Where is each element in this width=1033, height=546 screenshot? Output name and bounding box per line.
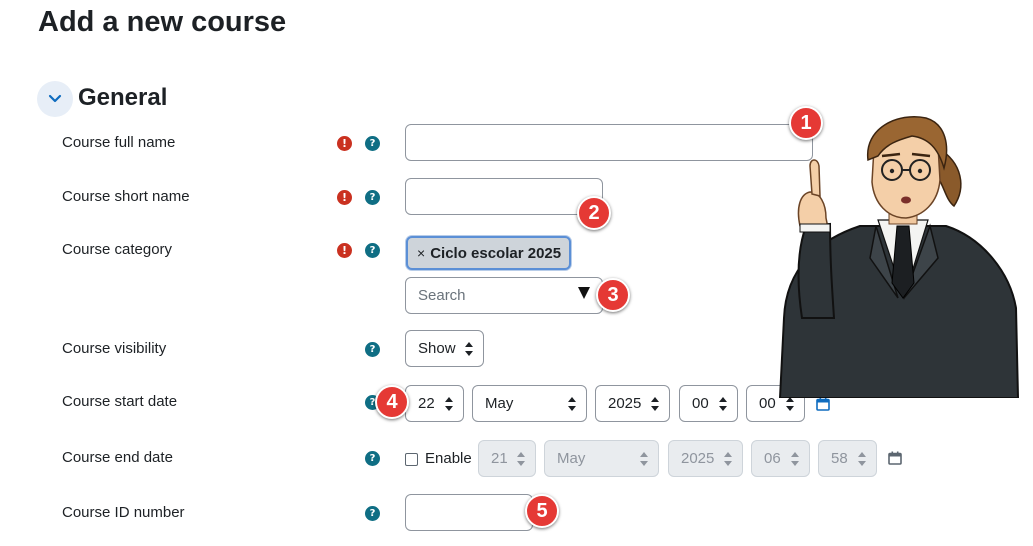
required-icon[interactable]: ! (337, 190, 352, 205)
enddate-enable-label[interactable]: Enable (425, 450, 472, 467)
idnumber-input[interactable] (405, 494, 533, 531)
startdate-hour-value: 00 (692, 395, 709, 412)
startdate-hour-select[interactable]: 00 (679, 385, 738, 422)
enddate-minute-value: 58 (831, 450, 848, 467)
fullname-input[interactable] (405, 124, 813, 161)
help-icon[interactable]: ? (365, 243, 380, 258)
startdate-month-value: May (485, 395, 514, 412)
dropdown-arrow-icon[interactable] (578, 287, 590, 299)
startdate-year-select[interactable]: 2025 (595, 385, 670, 422)
enddate-year-select: 2025 (668, 440, 743, 477)
visibility-label: Course visibility (62, 340, 167, 357)
chevron-down-icon (48, 94, 62, 103)
help-icon[interactable]: ? (365, 506, 380, 521)
fullname-label: Course full name (62, 134, 176, 151)
help-icon[interactable]: ? (365, 190, 380, 205)
startdate-month-select[interactable]: May (472, 385, 587, 422)
category-selected-tag[interactable]: × Ciclo escolar 2025 (406, 236, 572, 270)
presenter-character-illustration (778, 116, 1020, 398)
remove-tag-icon[interactable]: × (417, 245, 425, 261)
enddate-hour-select: 06 (751, 440, 810, 477)
required-icon[interactable]: ! (337, 136, 352, 151)
category-tag-label: Ciclo escolar 2025 (430, 244, 562, 262)
enddate-year-value: 2025 (681, 450, 715, 467)
select-arrows-icon (651, 397, 659, 411)
callout-badge-3: 3 (596, 278, 630, 312)
select-arrows-icon (858, 452, 866, 466)
callout-badge-5: 5 (525, 494, 559, 528)
category-search-input[interactable]: Search (405, 277, 603, 314)
help-icon[interactable]: ? (365, 136, 380, 151)
enddate-day-select: 21 (478, 440, 536, 477)
select-arrows-icon (445, 397, 453, 411)
shortname-label: Course short name (62, 188, 190, 205)
enddate-enable-checkbox[interactable] (405, 453, 418, 466)
callout-badge-2: 2 (577, 196, 611, 230)
calendar-icon[interactable] (816, 397, 830, 411)
select-arrows-icon (786, 397, 794, 411)
idnumber-label: Course ID number (62, 504, 185, 521)
enddate-month-value: May (557, 450, 586, 467)
enddate-day-value: 21 (491, 450, 508, 467)
select-arrows-icon (724, 452, 732, 466)
enddate-hour-value: 06 (764, 450, 781, 467)
startdate-label: Course start date (62, 393, 178, 410)
enddate-label: Course end date (62, 449, 173, 466)
section-toggle-button[interactable] (37, 81, 73, 117)
required-icon[interactable]: ! (337, 243, 352, 258)
startdate-day-select[interactable]: 22 (405, 385, 464, 422)
select-arrows-icon (791, 452, 799, 466)
page-title: Add a new course (38, 6, 287, 38)
section-title: General (78, 84, 168, 111)
help-icon[interactable]: ? (365, 342, 380, 357)
select-arrows-icon (719, 397, 727, 411)
calendar-icon[interactable] (888, 451, 902, 465)
startdate-minute-value: 00 (759, 395, 776, 412)
select-arrows-icon (465, 342, 473, 356)
select-arrows-icon (640, 452, 648, 466)
select-arrows-icon (517, 452, 525, 466)
callout-badge-4: 4 (375, 385, 409, 419)
startdate-day-value: 22 (418, 395, 435, 412)
startdate-year-value: 2025 (608, 395, 642, 412)
visibility-value: Show (418, 340, 456, 357)
shortname-input[interactable] (405, 178, 603, 215)
help-icon[interactable]: ? (365, 451, 380, 466)
visibility-select[interactable]: Show (405, 330, 484, 367)
enddate-minute-select: 58 (818, 440, 877, 477)
category-label: Course category (62, 241, 173, 258)
enddate-month-select: May (544, 440, 659, 477)
select-arrows-icon (568, 397, 576, 411)
